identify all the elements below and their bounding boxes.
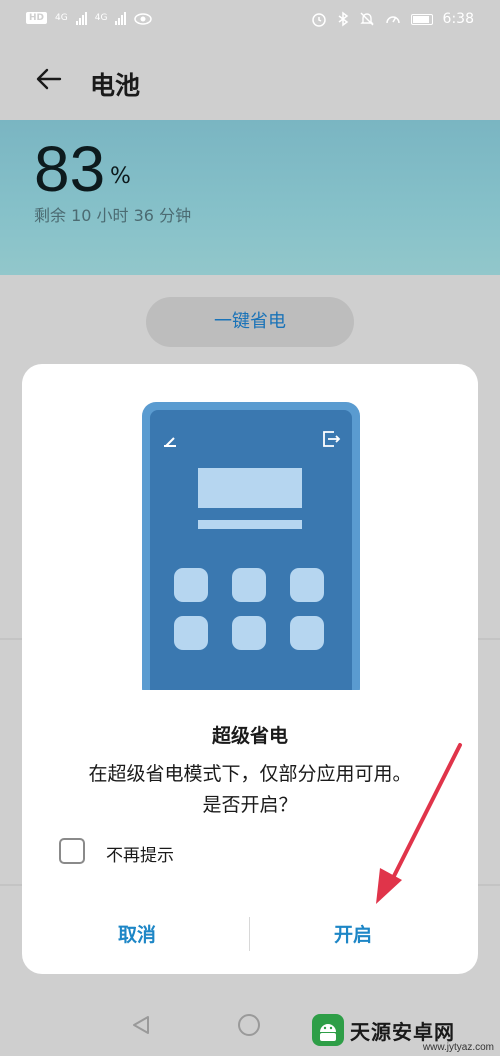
nav-back-icon[interactable]: [130, 1014, 152, 1036]
signal-icon: [115, 11, 127, 25]
button-divider: [249, 917, 250, 951]
android-logo-icon: [312, 1014, 344, 1046]
mute-bell-icon: [359, 12, 374, 26]
dont-remind-label[interactable]: 不再提示: [106, 841, 174, 866]
signal-icon: [75, 11, 87, 25]
data-speed-icon: [385, 16, 400, 24]
remaining-time: 剩余 10 小时 36 分钟: [34, 206, 192, 225]
bluetooth-icon: [338, 11, 348, 27]
clock-time: 6:38: [442, 11, 474, 27]
battery-percent: 83: [34, 133, 106, 205]
hd-voice-badge: HD: [26, 12, 48, 24]
watermark-text: 天源安卓网: [350, 1019, 455, 1044]
network-type-2: 4G: [94, 13, 108, 23]
cancel-button[interactable]: 取消: [62, 920, 212, 947]
dialog-message-line: 在超级省电模式下，仅部分应用可用。: [88, 763, 412, 785]
battery-icon: [410, 13, 433, 25]
dialog-message-line: 是否开启？: [202, 794, 298, 816]
phone-illustration: [142, 402, 360, 690]
status-bar: HD 4G 4G 6:38: [0, 0, 500, 42]
dialog-message: 在超级省电模式下，仅部分应用可用。 是否开启？: [42, 759, 458, 821]
percent-sign: %: [110, 164, 131, 189]
eye-comfort-icon: [134, 13, 153, 25]
one-tap-power-save-button[interactable]: 一键省电: [146, 297, 354, 347]
network-type-1: 4G: [55, 13, 68, 23]
dont-remind-checkbox[interactable]: [59, 838, 85, 864]
back-arrow-icon[interactable]: [34, 64, 64, 94]
nav-home-icon[interactable]: [238, 1014, 260, 1036]
alarm-icon: [311, 13, 326, 27]
page-title: 电池: [90, 71, 141, 100]
enable-button[interactable]: 开启: [278, 920, 428, 947]
dialog-title: 超级省电: [211, 725, 288, 747]
app-bar: 电池: [0, 42, 500, 120]
battery-status-card: 83 % 剩余 10 小时 36 分钟: [0, 120, 500, 275]
watermark-url: www.jytyaz.com: [422, 1042, 494, 1053]
super-power-save-dialog: 超级省电 在超级省电模式下，仅部分应用可用。 是否开启？ 不再提示 取消 开启: [22, 364, 478, 974]
